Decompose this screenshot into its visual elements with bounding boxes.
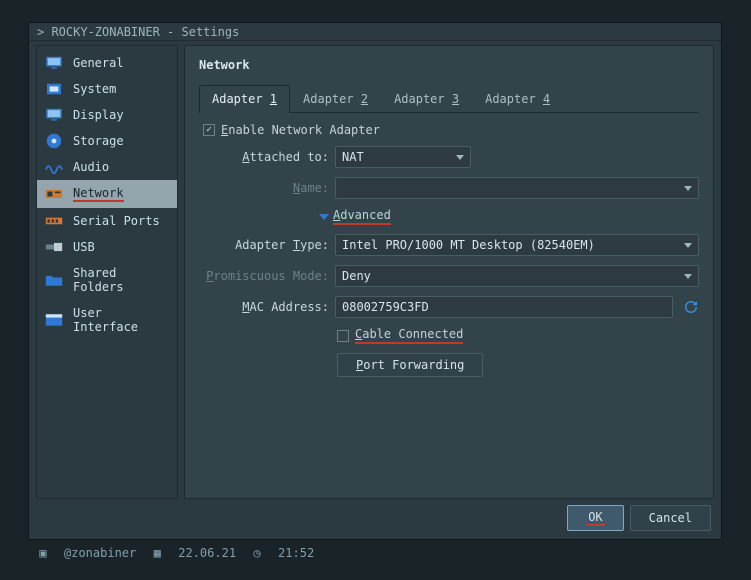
settings-sidebar: General System Display Storage Audio Network S… [36, 45, 178, 499]
camera-icon: ▣ [36, 546, 50, 560]
ui-icon [45, 313, 63, 327]
tab-adapter-2[interactable]: Adapter 2 [290, 85, 381, 113]
sidebar-item-label: USB [73, 240, 95, 254]
status-date: 22.06.21 [178, 546, 236, 560]
sidebar-item-shared-folders[interactable]: Shared Folders [37, 260, 177, 300]
sidebar-item-storage[interactable]: Storage [37, 128, 177, 154]
tab-adapter-3[interactable]: Adapter 3 [381, 85, 472, 113]
advanced-expander[interactable]: Advanced [333, 208, 391, 225]
folder-icon [45, 273, 63, 287]
sidebar-item-label: Network [73, 186, 124, 202]
status-user: @zonabiner [64, 546, 136, 560]
sidebar-item-usb[interactable]: USB [37, 234, 177, 260]
usb-icon [45, 240, 63, 254]
sidebar-item-general[interactable]: General [37, 50, 177, 76]
disc-icon [45, 134, 63, 148]
sidebar-item-label: General [73, 56, 124, 70]
adapter-tabs: Adapter 1Adapter 2Adapter 3Adapter 4 [199, 84, 699, 113]
sidebar-item-display[interactable]: Display [37, 102, 177, 128]
port-forwarding-button[interactable]: Port Forwarding [337, 353, 483, 377]
cable-connected-checkbox[interactable] [337, 330, 349, 342]
sidebar-item-label: User Interface [73, 306, 169, 334]
enable-adapter-checkbox[interactable] [203, 124, 215, 136]
adapter-type-select[interactable]: Intel PRO/1000 MT Desktop (82540EM) [335, 234, 699, 256]
panel-title: Network [199, 58, 699, 72]
monitor-icon [45, 56, 63, 70]
monitor-icon [45, 108, 63, 122]
refresh-mac-icon[interactable] [683, 299, 699, 315]
promiscuous-mode-select[interactable]: Deny [335, 265, 699, 287]
sidebar-item-label: Shared Folders [73, 266, 169, 294]
sidebar-item-label: Serial Ports [73, 214, 160, 228]
status-time: 21:52 [278, 546, 314, 560]
waves-icon [45, 160, 63, 174]
sidebar-item-label: Audio [73, 160, 109, 174]
port-icon [45, 214, 63, 228]
netcard-icon [45, 187, 63, 201]
sidebar-item-label: Display [73, 108, 124, 122]
attached-to-select[interactable]: NAT [335, 146, 471, 168]
mac-address-input[interactable] [335, 296, 673, 318]
tab-adapter-1[interactable]: Adapter 1 [199, 85, 290, 113]
enable-adapter-label: Enable Network Adapter [221, 123, 380, 137]
chevron-down-icon [684, 243, 692, 248]
sidebar-item-system[interactable]: System [37, 76, 177, 102]
clock-icon: ◷ [250, 546, 264, 560]
chevron-down-icon [684, 274, 692, 279]
chip-icon [45, 82, 63, 96]
settings-window: > ROCKY-ZONABINER - Settings General Syst… [28, 22, 722, 540]
sidebar-item-serial-ports[interactable]: Serial Ports [37, 208, 177, 234]
chevron-down-icon [456, 155, 464, 160]
window-title: > ROCKY-ZONABINER - Settings [29, 23, 721, 41]
cable-connected-label: Cable Connected [355, 327, 463, 344]
calendar-icon: ▦ [150, 546, 164, 560]
sidebar-item-audio[interactable]: Audio [37, 154, 177, 180]
sidebar-item-label: Storage [73, 134, 124, 148]
sidebar-item-user-interface[interactable]: User Interface [37, 300, 177, 340]
sidebar-item-label: System [73, 82, 116, 96]
ok-button[interactable]: OK [567, 505, 623, 531]
chevron-down-icon [684, 186, 692, 191]
statusbar: ▣ @zonabiner ▦ 22.06.21 ◷ 21:52 [36, 544, 314, 562]
cancel-button[interactable]: Cancel [630, 505, 711, 531]
dialog-buttons: OK Cancel [567, 505, 711, 531]
sidebar-item-network[interactable]: Network [37, 180, 177, 208]
tab-adapter-4[interactable]: Adapter 4 [472, 85, 563, 113]
expander-icon[interactable] [319, 214, 329, 220]
adapter-name-select[interactable] [335, 177, 699, 199]
network-panel: Network Adapter 1Adapter 2Adapter 3Adapt… [184, 45, 714, 499]
